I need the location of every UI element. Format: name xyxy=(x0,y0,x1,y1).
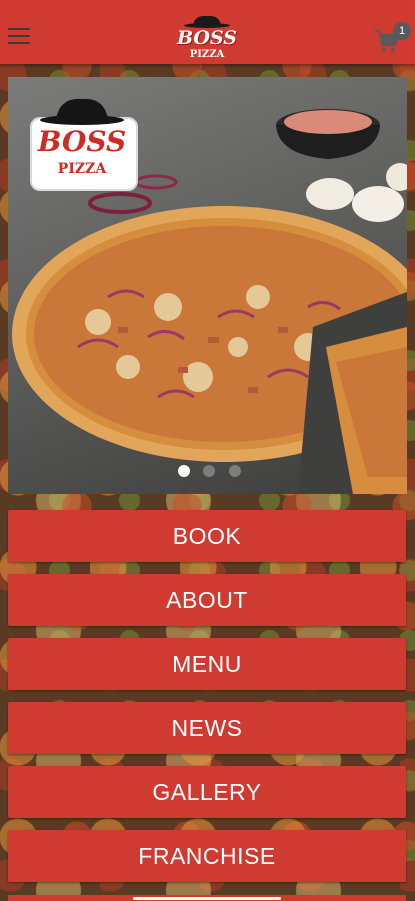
carousel-dot-1[interactable] xyxy=(178,465,190,477)
slide-boss-pizza-logo: BOSS PIZZA xyxy=(28,95,138,195)
hamburger-menu-icon[interactable] xyxy=(8,28,30,46)
carousel-dot-2[interactable] xyxy=(203,465,216,477)
slide-logo-pizza-text: PIZZA xyxy=(57,161,107,177)
menu-button[interactable]: MENU xyxy=(8,638,406,690)
news-button[interactable]: NEWS xyxy=(8,702,406,754)
app-bar: BOSS PIZZA 1 xyxy=(0,0,415,64)
franchise-button[interactable]: FRANCHISE xyxy=(8,830,406,882)
cart-button[interactable]: 1 xyxy=(374,22,414,54)
about-button[interactable]: ABOUT xyxy=(8,574,406,626)
promo-carousel[interactable]: BOSS PIZZA xyxy=(8,77,407,494)
slide-logo-boss-text: BOSS xyxy=(37,125,127,158)
gallery-button[interactable]: GALLERY xyxy=(8,766,406,818)
logo-boss-text: BOSS xyxy=(177,27,237,49)
fedora-hat-icon xyxy=(40,98,124,125)
logo-pizza-text: PIZZA xyxy=(189,49,225,60)
fedora-hat-icon xyxy=(184,15,230,28)
carousel-dot-3[interactable] xyxy=(228,465,241,477)
cart-count-badge: 1 xyxy=(393,22,411,40)
boss-pizza-logo[interactable]: BOSS PIZZA xyxy=(176,14,238,64)
carousel-pagination xyxy=(178,464,250,477)
book-button[interactable]: BOOK xyxy=(8,510,406,562)
